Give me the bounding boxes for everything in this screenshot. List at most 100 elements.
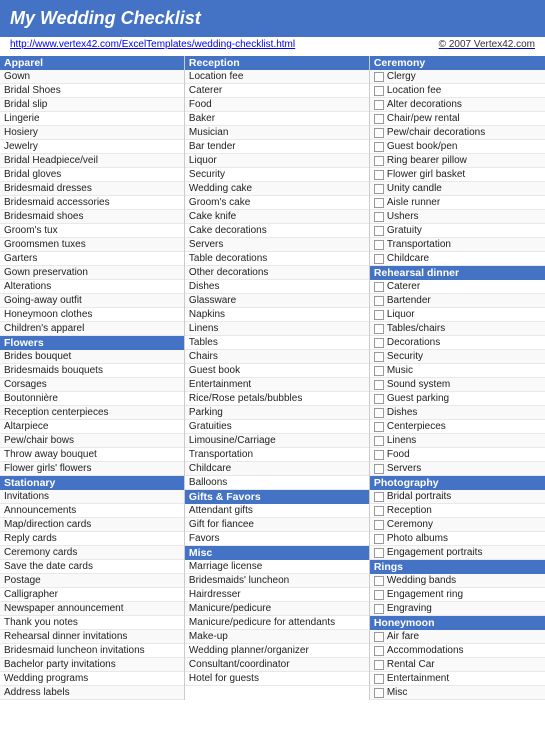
checkbox[interactable] — [374, 394, 384, 404]
checkbox[interactable] — [374, 674, 384, 684]
checkbox[interactable] — [374, 212, 384, 222]
website-link[interactable]: http://www.vertex42.com/ExcelTemplates/w… — [10, 39, 295, 50]
checkbox[interactable] — [374, 576, 384, 586]
checkbox[interactable] — [374, 100, 384, 110]
middle-column: Reception Location fee Caterer Food Bake… — [185, 56, 370, 700]
list-item: Announcements — [0, 504, 184, 518]
list-item: Dishes — [370, 406, 545, 420]
checkbox[interactable] — [374, 142, 384, 152]
list-item: Reception — [370, 504, 545, 518]
section-header-ceremony: Ceremony — [370, 56, 545, 70]
list-item: Ceremony cards — [0, 546, 184, 560]
list-item: Glassware — [185, 294, 369, 308]
link-row: http://www.vertex42.com/ExcelTemplates/w… — [0, 37, 545, 52]
checkbox[interactable] — [374, 184, 384, 194]
list-item: Bridal portraits — [370, 490, 545, 504]
checkbox[interactable] — [374, 450, 384, 460]
list-item: Calligrapher — [0, 588, 184, 602]
list-item: Flower girls' flowers — [0, 462, 184, 476]
list-item: Gratuity — [370, 224, 545, 238]
checkbox[interactable] — [374, 338, 384, 348]
right-column: Ceremony Clergy Location fee Alter decor… — [370, 56, 545, 700]
list-item: Napkins — [185, 308, 369, 322]
checkbox[interactable] — [374, 380, 384, 390]
list-item: Gratuities — [185, 420, 369, 434]
checkbox[interactable] — [374, 590, 384, 600]
section-header-honeymoon: Honeymoon — [370, 616, 545, 630]
list-item: Unity candle — [370, 182, 545, 196]
checkbox[interactable] — [374, 534, 384, 544]
list-item: Transportation — [370, 238, 545, 252]
checkbox[interactable] — [374, 436, 384, 446]
list-item: Pew/chair decorations — [370, 126, 545, 140]
list-item: Servers — [370, 462, 545, 476]
checkbox[interactable] — [374, 492, 384, 502]
checkbox[interactable] — [374, 282, 384, 292]
list-item: Thank you notes — [0, 616, 184, 630]
list-item: Manicure/pedicure — [185, 602, 369, 616]
checkbox[interactable] — [374, 408, 384, 418]
list-item: Boutonnière — [0, 392, 184, 406]
checkbox[interactable] — [374, 464, 384, 474]
checkbox[interactable] — [374, 422, 384, 432]
list-item: Childcare — [185, 462, 369, 476]
checkbox[interactable] — [374, 296, 384, 306]
checkbox[interactable] — [374, 254, 384, 264]
section-header-apparel: Apparel — [0, 56, 184, 70]
checkbox[interactable] — [374, 310, 384, 320]
list-item: Caterer — [370, 280, 545, 294]
list-item: Transportation — [185, 448, 369, 462]
checkbox[interactable] — [374, 520, 384, 530]
checkbox[interactable] — [374, 72, 384, 82]
checkbox[interactable] — [374, 366, 384, 376]
checkbox[interactable] — [374, 240, 384, 250]
list-item: Groom's tux — [0, 224, 184, 238]
checkbox[interactable] — [374, 660, 384, 670]
checkbox[interactable] — [374, 86, 384, 96]
list-item: Garters — [0, 252, 184, 266]
checkbox[interactable] — [374, 198, 384, 208]
list-item: Decorations — [370, 336, 545, 350]
section-header-rehearsal: Rehearsal dinner — [370, 266, 545, 280]
list-item: Pew/chair bows — [0, 434, 184, 448]
list-item: Bridesmaid shoes — [0, 210, 184, 224]
list-item: Bridal gloves — [0, 168, 184, 182]
list-item: Chairs — [185, 350, 369, 364]
checkbox[interactable] — [374, 604, 384, 614]
checkbox[interactable] — [374, 128, 384, 138]
checkbox[interactable] — [374, 226, 384, 236]
list-item: Marriage license — [185, 560, 369, 574]
list-item: Balloons — [185, 476, 369, 490]
checkbox[interactable] — [374, 114, 384, 124]
section-header-stationary: Stationary — [0, 476, 184, 490]
checkbox[interactable] — [374, 646, 384, 656]
list-item: Liquor — [185, 154, 369, 168]
list-item: Reply cards — [0, 532, 184, 546]
list-item: Gift for fiancee — [185, 518, 369, 532]
list-item: Gown — [0, 70, 184, 84]
list-item: Childcare — [370, 252, 545, 266]
checkbox[interactable] — [374, 324, 384, 334]
list-item: Baker — [185, 112, 369, 126]
checkbox[interactable] — [374, 156, 384, 166]
list-item: Attendant gifts — [185, 504, 369, 518]
list-item: Groomsmen tuxes — [0, 238, 184, 252]
list-item: Gown preservation — [0, 266, 184, 280]
list-item: Postage — [0, 574, 184, 588]
list-item: Parking — [185, 406, 369, 420]
page-title: My Wedding Checklist — [10, 8, 201, 28]
list-item: Air fare — [370, 630, 545, 644]
list-item: Hosiery — [0, 126, 184, 140]
list-item: Photo albums — [370, 532, 545, 546]
list-item: Engagement ring — [370, 588, 545, 602]
checkbox[interactable] — [374, 170, 384, 180]
checkbox[interactable] — [374, 688, 384, 698]
checkbox[interactable] — [374, 632, 384, 642]
list-item: Bridesmaid accessories — [0, 196, 184, 210]
list-item: Rental Car — [370, 658, 545, 672]
checkbox[interactable] — [374, 548, 384, 558]
list-item: Ushers — [370, 210, 545, 224]
list-item: Location fee — [185, 70, 369, 84]
checkbox[interactable] — [374, 352, 384, 362]
checkbox[interactable] — [374, 506, 384, 516]
